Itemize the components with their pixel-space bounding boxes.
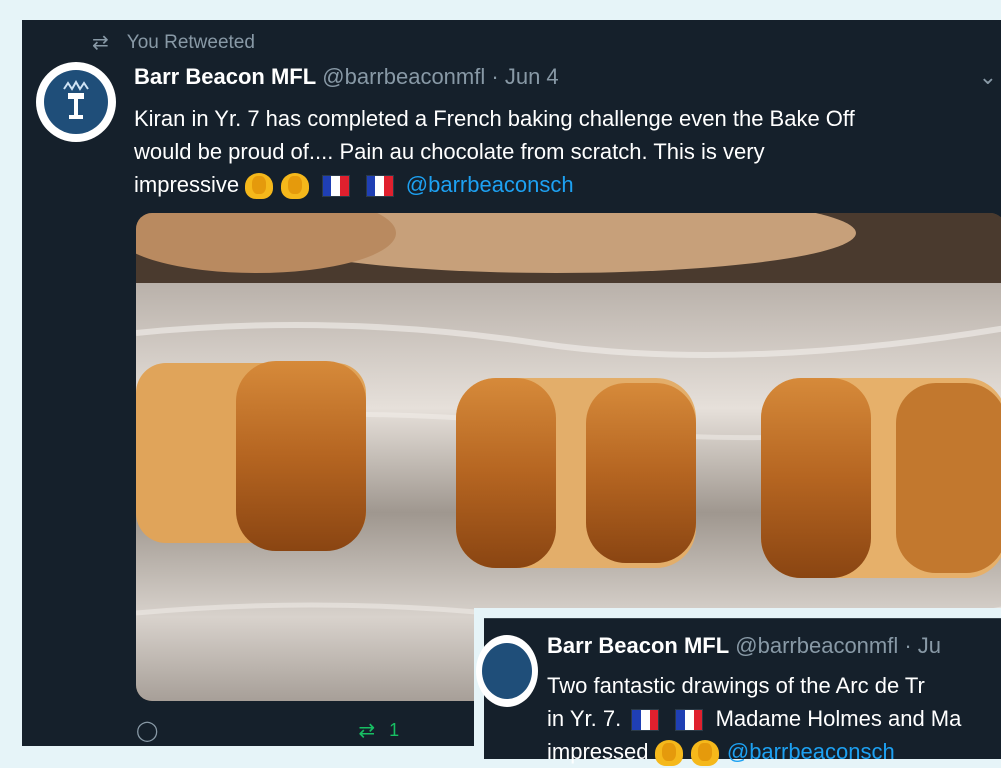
tweet-text-part: Madame Holmes and Ma: [715, 706, 962, 731]
tweet-text-line: in Yr. 7. Madame Holmes and Ma: [547, 702, 1001, 735]
handle[interactable]: @barrbeaconmfl · Ju: [735, 633, 941, 658]
display-name[interactable]: Barr Beacon MFL: [134, 64, 316, 89]
retweet-context: ⇄ You Retweeted: [92, 30, 255, 55]
display-name[interactable]: Barr Beacon MFL: [547, 633, 729, 658]
mention-link[interactable]: @barrbeaconsch: [406, 172, 574, 197]
retweet-button[interactable]: ⇄ 1: [358, 718, 399, 743]
separator: ·: [491, 64, 499, 89]
flag-france-icon: [675, 709, 704, 732]
clapping-hands-icon: [654, 740, 683, 767]
tweet-text-line: impressed @barrbeaconsch: [547, 735, 1001, 768]
tweet-date[interactable]: Jun 4: [505, 64, 559, 89]
flag-france-icon: [365, 175, 394, 198]
tweet-text-line: would be proud of.... Pain au chocolate …: [134, 139, 765, 164]
quoted-tweet[interactable]: Barr Beacon MFL @barrbeaconmfl · Ju Two …: [476, 618, 1001, 767]
tweet-actions: ◯ ⇄ 1: [136, 718, 399, 743]
quoted-tweet-overlay[interactable]: Barr Beacon MFL @barrbeaconmfl · Ju Two …: [474, 608, 1001, 767]
retweet-icon: ⇄: [358, 720, 376, 742]
retweet-icon: ⇄: [92, 32, 109, 54]
quoted-tweet-header: Barr Beacon MFL @barrbeaconmfl · Ju: [547, 633, 941, 659]
chevron-down-icon[interactable]: ⌄: [979, 64, 997, 90]
clapping-hands-icon: [690, 740, 719, 767]
handle[interactable]: @barrbeaconmfl: [322, 64, 485, 89]
mention-link[interactable]: @barrbeaconsch: [727, 739, 895, 764]
quoted-tweet-text: Two fantastic drawings of the Arc de Tr …: [547, 669, 1001, 768]
flag-france-icon: [631, 709, 660, 732]
tweet-header: Barr Beacon MFL @barrbeaconmfl · Jun 4: [134, 64, 559, 90]
avatar[interactable]: [36, 62, 116, 142]
clapping-hands-icon: [245, 173, 274, 200]
school-crest-icon: [482, 643, 532, 699]
tweet-text-line: impressive @barrbeaconsch: [134, 168, 994, 201]
tweet-text-part: impressed: [547, 739, 649, 764]
tweet-text-line: Kiran in Yr. 7 has completed a French ba…: [134, 106, 855, 131]
tweet-text-part: in Yr. 7.: [547, 706, 622, 731]
tweet-text-line: Two fantastic drawings of the Arc de Tr: [547, 673, 925, 698]
clapping-hands-icon: [281, 173, 310, 200]
avatar[interactable]: [476, 635, 538, 707]
flag-france-icon: [321, 175, 350, 198]
tweet-text: Kiran in Yr. 7 has completed a French ba…: [134, 102, 994, 201]
retweet-context-label: You Retweeted: [126, 31, 255, 53]
tweet-text-end: impressive: [134, 172, 240, 197]
retweet-count: 1: [389, 720, 400, 740]
school-crest-icon: [44, 70, 108, 134]
reply-icon[interactable]: ◯: [136, 718, 158, 743]
